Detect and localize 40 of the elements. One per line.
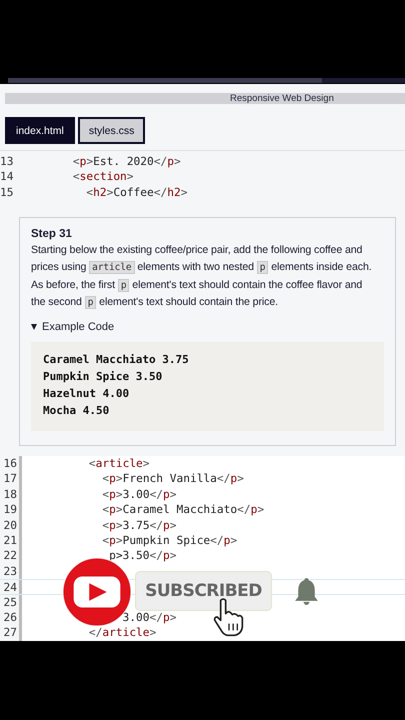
line-number: 16 [0, 456, 22, 472]
file-tab[interactable]: styles.css [78, 117, 146, 144]
code-line: p>3.50</p> [108, 548, 176, 564]
line-number: 27 [0, 625, 22, 641]
line-number: 17 [0, 471, 22, 487]
file-tab[interactable]: index.html [5, 117, 75, 144]
line-number: 24 [0, 580, 22, 594]
course-title: Responsive Web Design [230, 93, 334, 104]
example-code-line: Hazelnut 4.00 [43, 386, 130, 402]
line-number: 19 [0, 502, 22, 518]
code-line: </article> [88, 625, 156, 641]
line-number: 18 [0, 486, 22, 502]
line-number: 15 [0, 184, 14, 200]
line-number: 14 [0, 169, 14, 185]
code-line: <section> [72, 169, 134, 185]
example-code-toggle[interactable]: Example Code [31, 320, 114, 333]
code-line: <p>Caramel Macchiato</p> [101, 502, 264, 518]
code-line: 3.00</p> [122, 610, 176, 626]
step-title: Step 31 [31, 228, 73, 240]
line-number: 23 [0, 564, 22, 580]
line-number: 20 [0, 518, 22, 533]
line-number: 25 [0, 594, 22, 610]
example-code-line: Pumpkin Spice 3.50 [43, 368, 164, 385]
line-number: 26 [0, 610, 22, 626]
line-number: 22 [0, 548, 22, 564]
code-line: <p>3.75</p> [101, 518, 177, 533]
example-code-line: Mocha 4.50 [43, 402, 110, 419]
line-number: 13 [0, 154, 14, 170]
hand-cursor-icon [212, 596, 246, 637]
step-description: Starting below the existing coffee/price pair, add the following coffee and prices using article elements with two nested p elements inside each. As before, the first p element's text should contain the coffee flavor and the second p element's text should contain the price. [31, 243, 373, 311]
code-line: <article> [88, 456, 150, 472]
code-line: <h2>Coffee</h2> [85, 184, 188, 200]
line-number: 21 [0, 532, 22, 548]
example-code-line: Caramel Macchiato 3.75 [43, 352, 190, 368]
code-line: <p>3.00</p> [101, 486, 177, 502]
bell-icon[interactable] [294, 576, 319, 605]
code-line: <p>French Vanilla</p> [101, 471, 244, 487]
code-line: <p>Est. 2020</p> [72, 154, 181, 170]
subscribe-button[interactable]: SUBSCRIBED [135, 570, 272, 611]
code-line: <p>Pumpkin Spice</p> [101, 532, 238, 548]
